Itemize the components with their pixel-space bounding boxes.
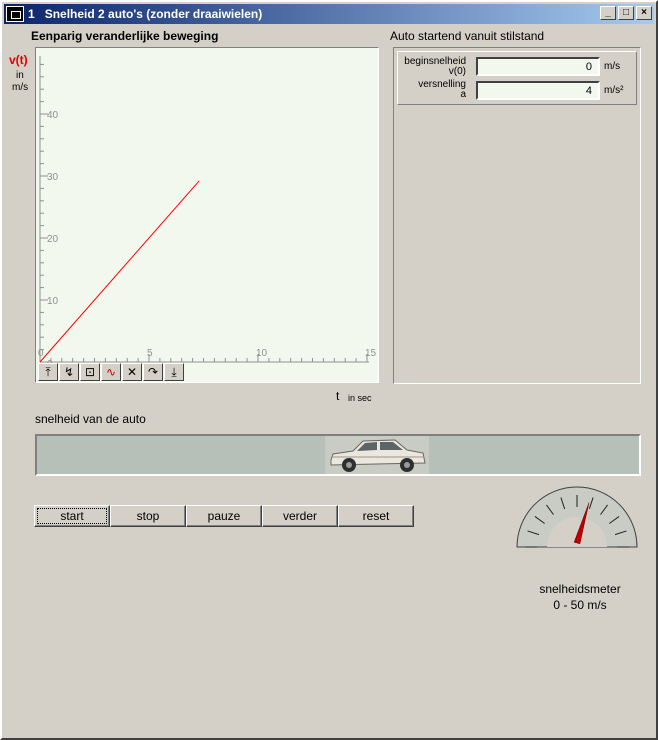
x-axis-label: t — [336, 389, 340, 403]
acceleration-label: versnelling a — [418, 80, 466, 100]
pause-button[interactable]: pauze — [186, 505, 262, 527]
close-button[interactable]: × — [636, 6, 652, 20]
graph-title: Eenparig veranderlijke beweging — [31, 29, 219, 43]
acceleration-label-line2: a — [460, 89, 466, 100]
app-window: 1 Snelheid 2 auto's (zonder draaiwielen)… — [0, 0, 658, 740]
x-tick-label: 15 — [365, 348, 377, 359]
parameter-panel: beginsnelheid v(0) m/s versnelling a m/s… — [393, 47, 641, 384]
control-buttons: start stop pauze verder reset — [34, 505, 414, 527]
parameter-fields: beginsnelheid v(0) m/s versnelling a m/s… — [397, 51, 637, 105]
speedometer-range: 0 - 50 m/s — [553, 598, 607, 612]
y-tick-label: 30 — [47, 172, 59, 183]
title-bar[interactable]: 1 Snelheid 2 auto's (zonder draaiwielen)… — [4, 4, 654, 24]
tool-clear-icon[interactable]: ✕ — [122, 363, 142, 381]
velocity-chart-svg: 102030400510150 — [38, 56, 377, 370]
velocity-line — [39, 180, 200, 363]
acceleration-label-line1: versnelling — [418, 79, 466, 90]
x-tick-label: 0 — [38, 348, 44, 359]
y-tick-label: 20 — [47, 234, 59, 245]
tool-redo-icon[interactable]: ↷ — [143, 363, 163, 381]
tool-trace-icon[interactable]: ∿ — [101, 363, 121, 381]
x-axis-unit: in sec — [348, 393, 372, 403]
minimize-button[interactable]: _ — [600, 6, 616, 20]
acceleration-unit: m/s² — [604, 85, 624, 96]
y-axis-label: v(t) — [9, 53, 28, 67]
initial-velocity-label: beginsnelheid v(0) — [404, 57, 466, 77]
window-number: 1 — [28, 7, 35, 21]
velocity-graph[interactable]: 102030400510150 ⤒ ↯ ⊡ ∿ ✕ ↷ ⤓ — [35, 47, 379, 383]
initial-velocity-unit: m/s — [604, 61, 621, 72]
maximize-button[interactable]: □ — [618, 6, 634, 20]
y-axis-unit-line2: m/s — [12, 82, 29, 93]
window-title: Snelheid 2 auto's (zonder draaiwielen) — [44, 7, 263, 21]
graph-toolbar: ⤒ ↯ ⊡ ∿ ✕ ↷ ⤓ — [38, 363, 184, 381]
car-track — [35, 434, 641, 476]
reset-button[interactable]: reset — [338, 505, 414, 527]
track-label: snelheid van de auto — [35, 412, 146, 426]
y-tick-label: 10 — [47, 296, 59, 307]
start-button[interactable]: start — [34, 505, 110, 527]
speedometer-gauge — [516, 486, 638, 548]
tool-zoom-top-icon[interactable]: ⤒ — [38, 363, 58, 381]
resume-button[interactable]: verder — [262, 505, 338, 527]
y-tick-label: 40 — [47, 110, 59, 121]
initial-velocity-label-line2: v(0) — [448, 66, 466, 77]
tool-zoom-bottom-icon[interactable]: ⤓ — [164, 363, 184, 381]
tool-curve-icon[interactable]: ↯ — [59, 363, 79, 381]
x-tick-label: 5 — [147, 348, 153, 359]
x-tick-label: 10 — [256, 348, 268, 359]
car-icon — [325, 436, 429, 474]
panel-title: Auto startend vanuit stilstand — [390, 29, 545, 43]
stop-button[interactable]: stop — [110, 505, 186, 527]
speedometer-label: snelheidsmeter — [539, 582, 621, 596]
initial-velocity-input[interactable] — [476, 57, 600, 76]
y-axis-unit-line1: in — [16, 70, 24, 81]
acceleration-input[interactable] — [476, 81, 600, 100]
app-icon[interactable] — [6, 6, 24, 22]
tool-fit-icon[interactable]: ⊡ — [80, 363, 100, 381]
